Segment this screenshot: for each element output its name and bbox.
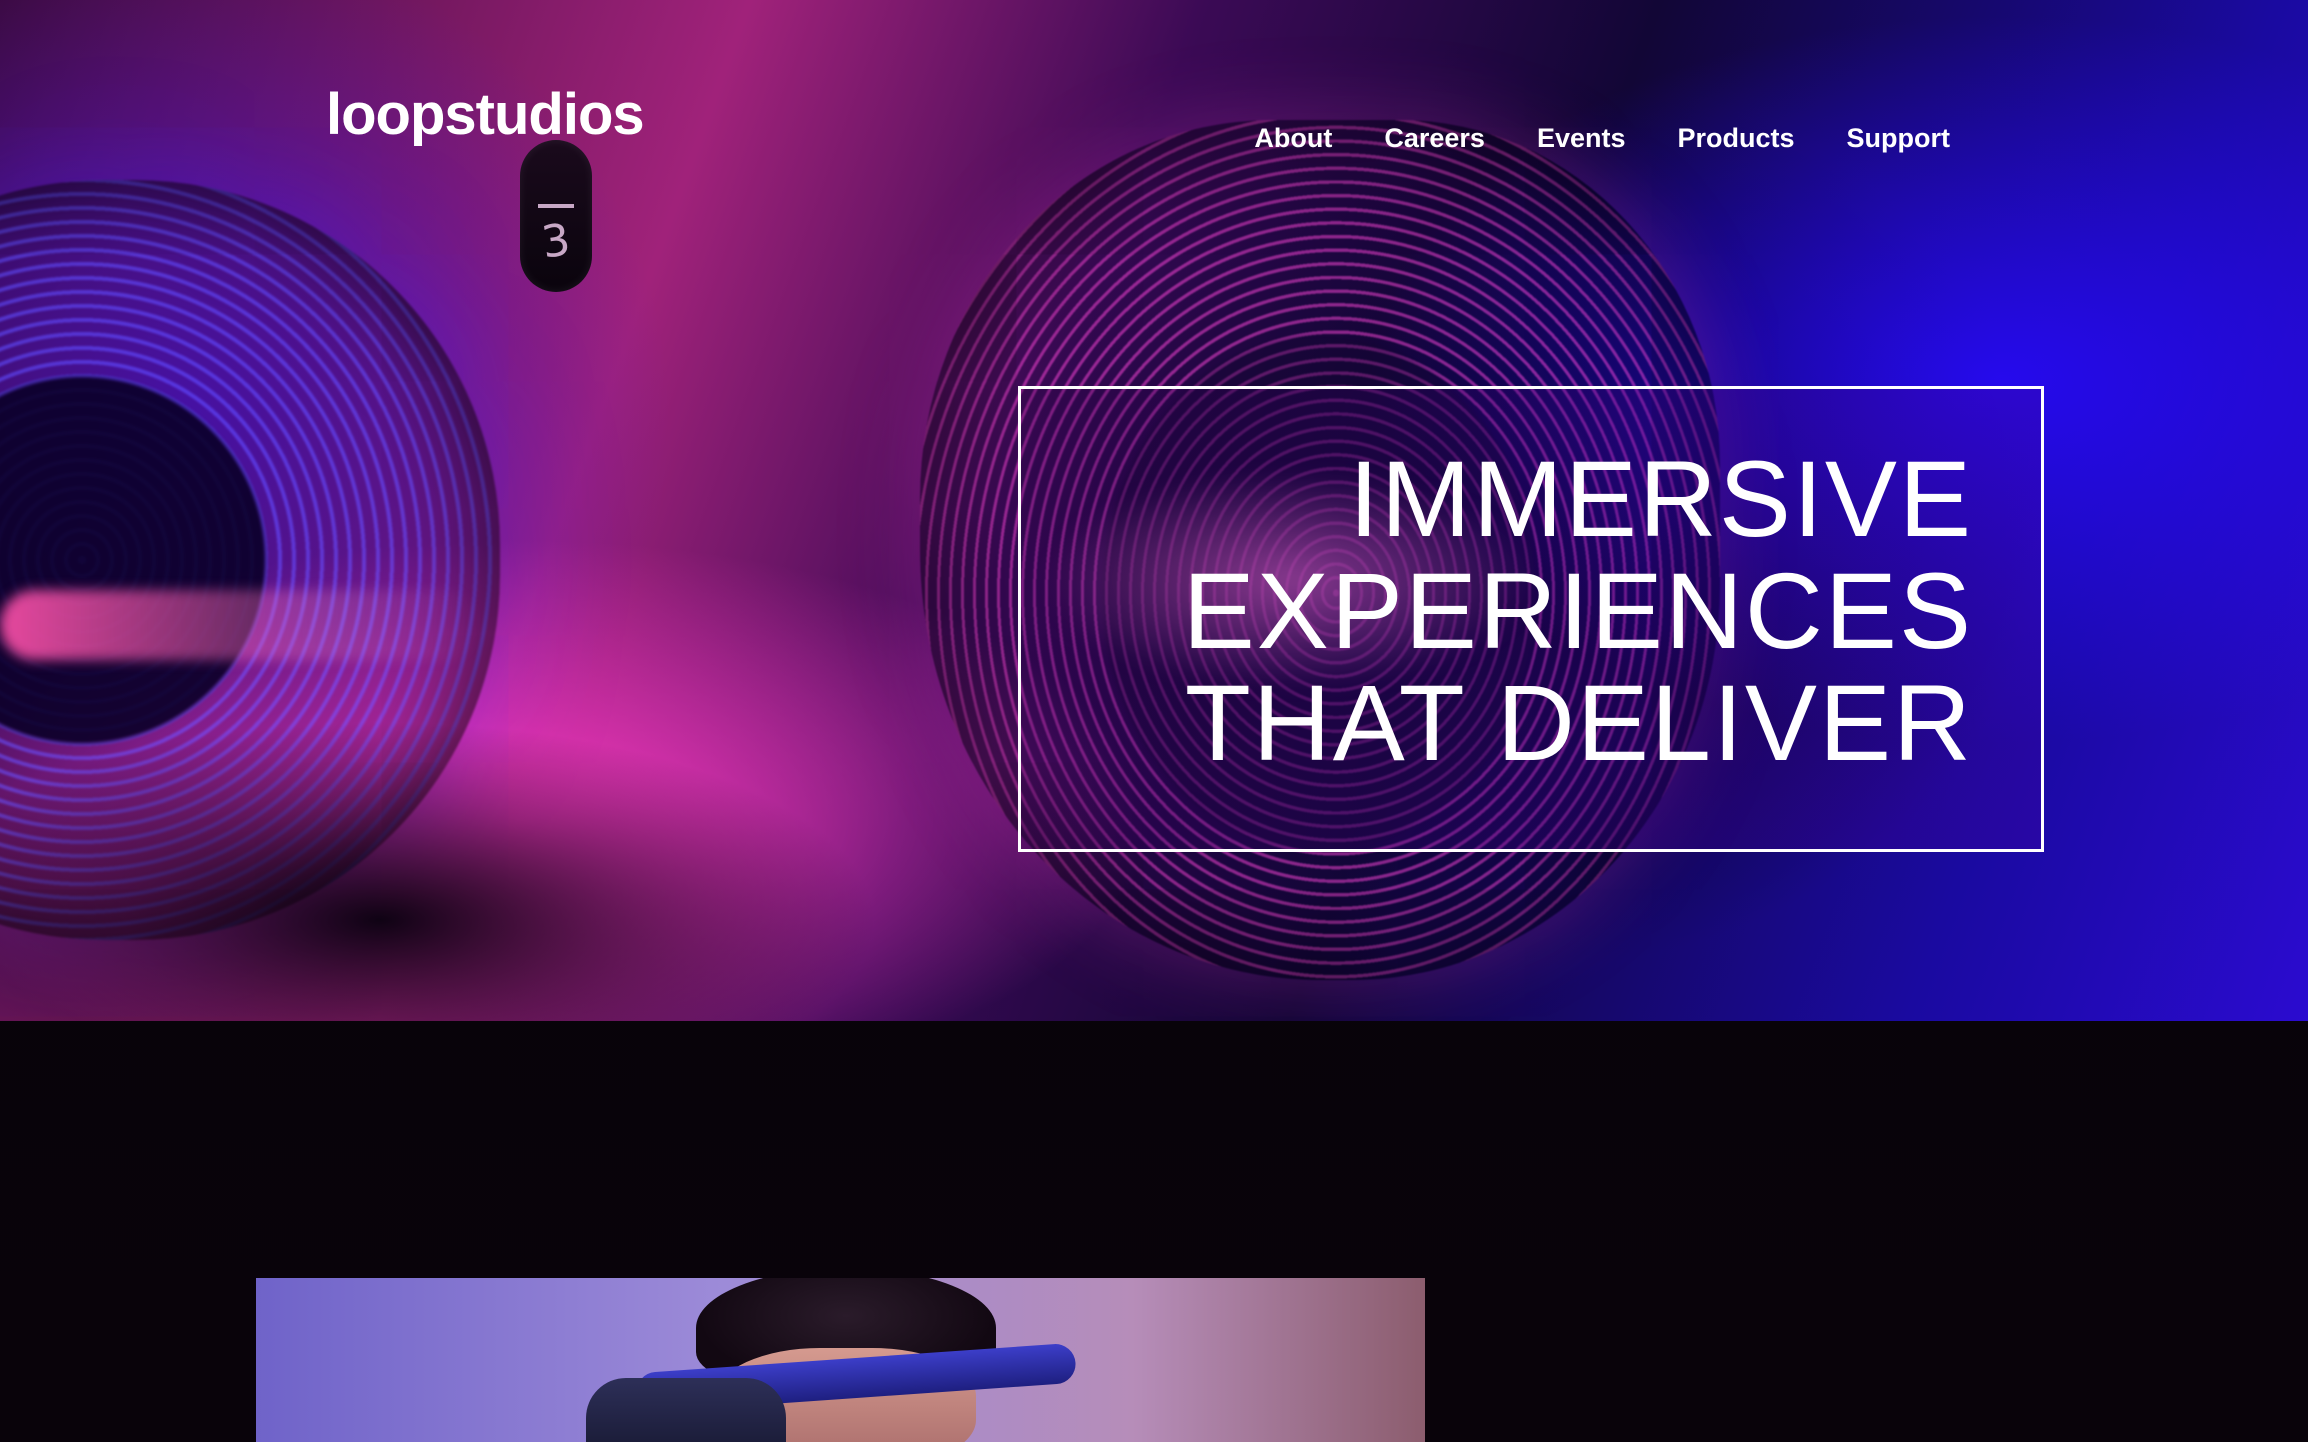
vr-headset <box>586 1378 786 1442</box>
nav-products[interactable]: Products <box>1677 118 1794 158</box>
nav-about[interactable]: About <box>1254 118 1332 158</box>
logo[interactable]: loopstudios <box>326 80 645 150</box>
person-figure <box>586 1278 1096 1442</box>
dial-marker <box>538 204 574 208</box>
dial-number: 3 <box>538 214 574 269</box>
hero-headline-line-1: IMMERSIVE <box>1348 438 1973 559</box>
hero-shadow <box>0 720 880 1021</box>
nav-careers[interactable]: Careers <box>1384 118 1485 158</box>
page: 3 loopstudios About Careers Events Produ… <box>0 0 2308 1442</box>
hero-headline-box: IMMERSIVE EXPERIENCES THAT DELIVER <box>1018 386 2044 852</box>
hero-headline-line-3: THAT DELIVER <box>1184 662 1973 783</box>
nav-support[interactable]: Support <box>1847 118 1950 158</box>
main-nav: About Careers Events Products Support <box>1254 118 1950 158</box>
hero-light-streak <box>0 590 480 660</box>
hero-section: 3 loopstudios About Careers Events Produ… <box>0 0 2308 1021</box>
hero-headline-line-2: EXPERIENCES <box>1182 550 1973 671</box>
vr-person-image <box>256 1278 1425 1442</box>
hero-headline: IMMERSIVE EXPERIENCES THAT DELIVER <box>1183 443 1973 779</box>
headset-dial: 3 <box>520 140 592 292</box>
nav-events[interactable]: Events <box>1537 118 1626 158</box>
